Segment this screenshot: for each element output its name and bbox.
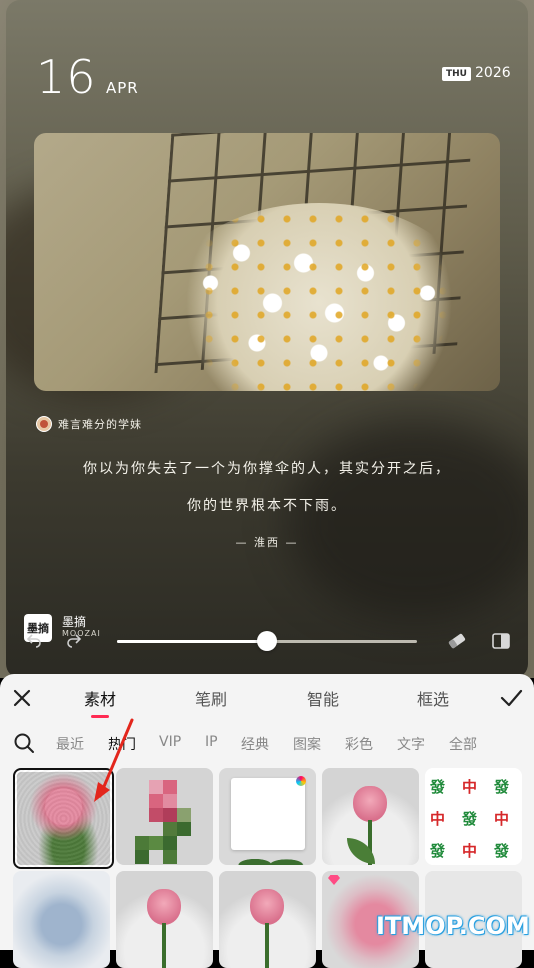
material-tile-tulip-3[interactable] [219, 871, 316, 968]
check-icon[interactable] [498, 686, 524, 710]
quote-line-1: 你以为你失去了一个为你撑伞的人，其实分开之后， [83, 461, 451, 477]
material-tile-tulip-2[interactable] [116, 871, 213, 968]
brush-size-slider[interactable] [117, 631, 417, 651]
tulip-bloom [250, 889, 284, 925]
quote-signature: — 淮西 — [235, 536, 299, 549]
mahjong-char: 發 [430, 778, 446, 796]
vip-gem-icon [328, 875, 340, 885]
leaves [234, 847, 304, 865]
avatar [36, 416, 52, 432]
author-row: 难言难分的学妹 [36, 416, 142, 432]
tulip-stem [265, 923, 269, 968]
tulip-bloom [353, 786, 387, 822]
mahjong-char: 中 [462, 842, 478, 860]
mahjong-char: 發 [430, 842, 446, 860]
category-classic[interactable]: 经典 [241, 734, 269, 754]
frame-paper [231, 778, 305, 850]
material-tile-tulip[interactable] [322, 768, 419, 865]
slider-thumb[interactable] [257, 631, 277, 651]
redo-icon[interactable] [66, 632, 82, 648]
close-icon[interactable] [10, 686, 34, 710]
category-recent[interactable]: 最近 [56, 734, 84, 754]
mahjong-char: 中 [430, 810, 446, 828]
category-all[interactable]: 全部 [449, 734, 477, 754]
panel-tabs: 素材 笔刷 智能 框选 [0, 674, 534, 720]
category-pattern[interactable]: 图案 [293, 734, 321, 754]
slider-fill [117, 640, 267, 643]
material-panel: 素材 笔刷 智能 框选 最近 热门 VIP IP 经典 图案 彩色 文字 全部 [0, 674, 534, 968]
mahjong-char: 發 [494, 778, 510, 796]
brand-name: 墨摘 [62, 615, 87, 629]
category-vip[interactable]: VIP [159, 734, 181, 750]
category-color[interactable]: 彩色 [345, 734, 373, 754]
material-tile-blue-blur[interactable] [13, 871, 110, 968]
undo-icon[interactable] [26, 632, 42, 648]
tab-material[interactable]: 素材 [65, 686, 135, 710]
author-name: 难言难分的学妹 [58, 418, 142, 431]
mahjong-char: 中 [494, 810, 510, 828]
watermark: ITMOP.COM [376, 912, 530, 940]
compare-icon[interactable] [492, 633, 510, 649]
daisy-photo [34, 133, 500, 391]
quote-line-2: 你的世界根本不下雨。 [187, 498, 347, 514]
editor-canvas: 16 APR THU 2026 难言难分的学妹 你以为你失去了一个为你撑伞的人，… [0, 0, 534, 678]
category-tabs: 最近 热门 VIP IP 经典 图案 彩色 文字 全部 [0, 729, 534, 759]
date-day: 16 [36, 50, 97, 104]
mahjong-char: 發 [494, 842, 510, 860]
material-tile-mahjong[interactable]: 發 中 發 中 發 中 發 中 發 [425, 768, 522, 865]
annotation-arrow-icon [94, 718, 134, 802]
weekday-badge: THU [442, 67, 471, 81]
category-text[interactable]: 文字 [397, 734, 425, 754]
tab-select[interactable]: 框选 [398, 686, 468, 710]
color-dot-icon [296, 776, 306, 786]
date-month: APR [106, 79, 139, 97]
mahjong-char: 發 [462, 810, 478, 828]
tulip-stem [162, 923, 166, 968]
search-icon[interactable] [13, 732, 35, 754]
daisy-bouquet [164, 203, 474, 391]
category-ip[interactable]: IP [205, 734, 218, 750]
material-tile-photo-frame[interactable] [219, 768, 316, 865]
mahjong-char: 中 [462, 778, 478, 796]
tab-brush[interactable]: 笔刷 [176, 686, 246, 710]
eraser-icon[interactable] [446, 632, 468, 650]
tab-smart[interactable]: 智能 [288, 686, 358, 710]
tulip-bloom [147, 889, 181, 925]
year-label: 2026 [475, 65, 511, 81]
